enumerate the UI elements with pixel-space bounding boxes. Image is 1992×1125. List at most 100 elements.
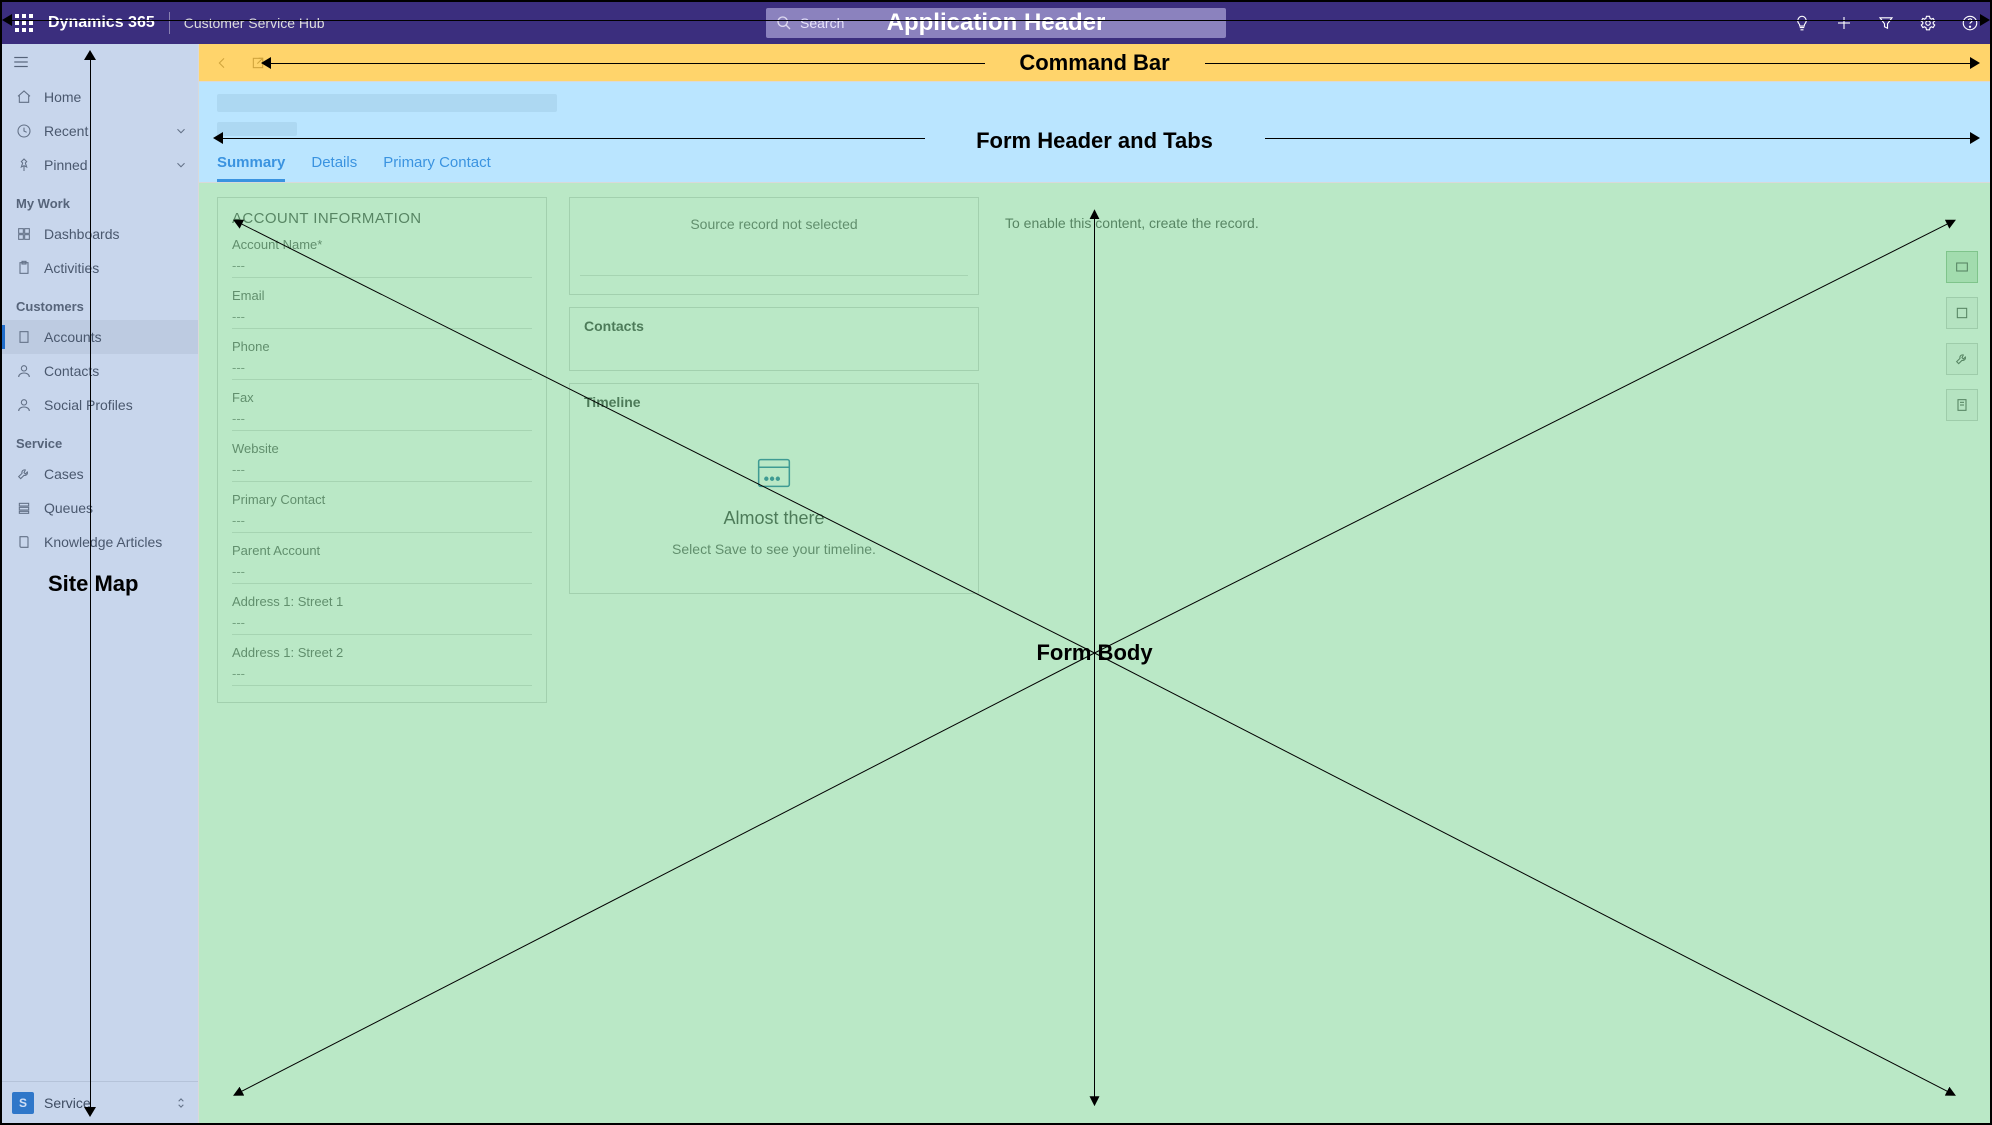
sidebar-item-label: Accounts xyxy=(44,329,102,345)
sidebar-item-label: Recent xyxy=(44,123,88,139)
sidebar-item-recent[interactable]: Recent xyxy=(2,114,198,148)
sidebar-group-title: My Work xyxy=(2,182,198,217)
field-value[interactable]: --- xyxy=(232,462,532,482)
area-switcher[interactable]: S Service xyxy=(2,1081,198,1123)
sidebar-item-label: Cases xyxy=(44,466,84,482)
field-label: Parent Account xyxy=(232,543,532,558)
source-record-card: Source record not selected xyxy=(569,197,979,295)
field-row[interactable]: Fax --- xyxy=(232,390,532,431)
area-badge: S xyxy=(12,1092,34,1114)
record-title-skeleton xyxy=(217,94,557,112)
form-tabs: Summary Details Primary Contact xyxy=(217,154,1972,182)
sidebar-item-label: Knowledge Articles xyxy=(44,534,162,550)
sidebar-item-pinned[interactable]: Pinned xyxy=(2,148,198,182)
app-name: Customer Service Hub xyxy=(184,15,325,31)
filter-icon[interactable] xyxy=(1876,13,1896,33)
field-value[interactable]: --- xyxy=(232,666,532,686)
timeline-heading: Almost there xyxy=(723,508,824,529)
field-value[interactable]: --- xyxy=(232,564,532,584)
contacts-card: Contacts xyxy=(569,307,979,371)
sidebar-item-social[interactable]: Social Profiles xyxy=(2,388,198,422)
back-button[interactable] xyxy=(209,50,235,76)
account-information-section: ACCOUNT INFORMATION Account Name* --- Em… xyxy=(217,197,547,703)
sidebar-item-label: Queues xyxy=(44,500,93,516)
rail-assistant-button[interactable] xyxy=(1946,251,1978,283)
annotation-form-header: Form Header and Tabs xyxy=(976,128,1213,154)
record-sub-skeleton xyxy=(217,122,297,136)
tab-details[interactable]: Details xyxy=(311,154,357,182)
sidebar-item-label: Home xyxy=(44,89,81,105)
timeline-empty-icon xyxy=(751,450,797,496)
rail-tools-button[interactable] xyxy=(1946,343,1978,375)
sidebar-item-contacts[interactable]: Contacts xyxy=(2,354,198,388)
application-header: Dynamics 365 Customer Service Hub Applic… xyxy=(2,2,1990,44)
open-in-new-button[interactable] xyxy=(245,50,271,76)
sidebar-item-home[interactable]: Home xyxy=(2,80,198,114)
search-input[interactable] xyxy=(800,15,1216,31)
field-label: Phone xyxy=(232,339,532,354)
right-pane-msg: To enable this content, create the recor… xyxy=(1005,215,1972,231)
field-label: Primary Contact xyxy=(232,492,532,507)
sidebar-item-queues[interactable]: Queues xyxy=(2,491,198,525)
settings-icon[interactable] xyxy=(1918,13,1938,33)
timeline-title: Timeline xyxy=(584,394,964,410)
field-value[interactable]: --- xyxy=(232,360,532,380)
field-row[interactable]: Primary Contact --- xyxy=(232,492,532,533)
search-icon xyxy=(776,15,792,31)
field-row[interactable]: Parent Account --- xyxy=(232,543,532,584)
timeline-card: Timeline Almost there Select Save to see… xyxy=(569,383,979,594)
field-value[interactable]: --- xyxy=(232,513,532,533)
field-label: Email xyxy=(232,288,532,303)
annotation-command-bar: Command Bar xyxy=(1019,50,1169,76)
app-launcher-icon[interactable] xyxy=(10,9,38,37)
form-header: Summary Details Primary Contact Form Heade… xyxy=(199,82,1990,183)
sidebar-item-label: Contacts xyxy=(44,363,99,379)
sidebar-item-accounts[interactable]: Accounts xyxy=(2,320,198,354)
sidebar-item-label: Activities xyxy=(44,260,99,276)
rail-notes-button[interactable] xyxy=(1946,389,1978,421)
sidebar-collapse-button[interactable] xyxy=(2,44,198,80)
field-label: Fax xyxy=(232,390,532,405)
field-row[interactable]: Address 1: Street 1 --- xyxy=(232,594,532,635)
sidebar-item-kb[interactable]: Knowledge Articles xyxy=(2,525,198,559)
lightbulb-icon[interactable] xyxy=(1792,13,1812,33)
field-label: Website xyxy=(232,441,532,456)
tab-summary[interactable]: Summary xyxy=(217,154,285,182)
section-title: ACCOUNT INFORMATION xyxy=(232,210,532,227)
area-label: Service xyxy=(44,1095,91,1111)
sidebar-group-title: Customers xyxy=(2,285,198,320)
field-value[interactable]: --- xyxy=(232,411,532,431)
field-value[interactable]: --- xyxy=(232,258,532,278)
sidebar-item-label: Dashboards xyxy=(44,226,120,242)
tab-primary[interactable]: Primary Contact xyxy=(383,154,491,182)
rail-panel-button[interactable] xyxy=(1946,297,1978,329)
sidebar-item-activities[interactable]: Activities xyxy=(2,251,198,285)
field-value[interactable]: --- xyxy=(232,615,532,635)
product-name: Dynamics 365 xyxy=(48,14,155,32)
sidebar-item-dashboards[interactable]: Dashboards xyxy=(2,217,198,251)
field-row[interactable]: Website --- xyxy=(232,441,532,482)
field-value[interactable]: --- xyxy=(232,309,532,329)
sidebar-item-label: Pinned xyxy=(44,157,88,173)
help-icon[interactable] xyxy=(1960,13,1980,33)
contacts-title: Contacts xyxy=(584,318,964,334)
command-bar: Command Bar xyxy=(199,44,1990,82)
plus-icon[interactable] xyxy=(1834,13,1854,33)
field-row[interactable]: Address 1: Street 2 --- xyxy=(232,645,532,686)
field-label: Address 1: Street 2 xyxy=(232,645,532,660)
updown-icon xyxy=(174,1096,188,1110)
site-map: Home Recent Pinned My Work Dashboards Acti… xyxy=(2,44,199,1123)
field-label: Account Name* xyxy=(232,237,532,252)
form-body: ACCOUNT INFORMATION Account Name* --- Em… xyxy=(199,183,1990,1123)
global-search[interactable] xyxy=(766,8,1226,38)
header-divider xyxy=(169,12,170,34)
sidebar-group-title: Service xyxy=(2,422,198,457)
field-row[interactable]: Email --- xyxy=(232,288,532,329)
sidebar-item-cases[interactable]: Cases xyxy=(2,457,198,491)
field-row[interactable]: Account Name* --- xyxy=(232,237,532,278)
source-record-msg: Source record not selected xyxy=(690,216,857,232)
field-label: Address 1: Street 1 xyxy=(232,594,532,609)
sidebar-item-label: Social Profiles xyxy=(44,397,133,413)
field-row[interactable]: Phone --- xyxy=(232,339,532,380)
timeline-sub: Select Save to see your timeline. xyxy=(672,541,876,557)
